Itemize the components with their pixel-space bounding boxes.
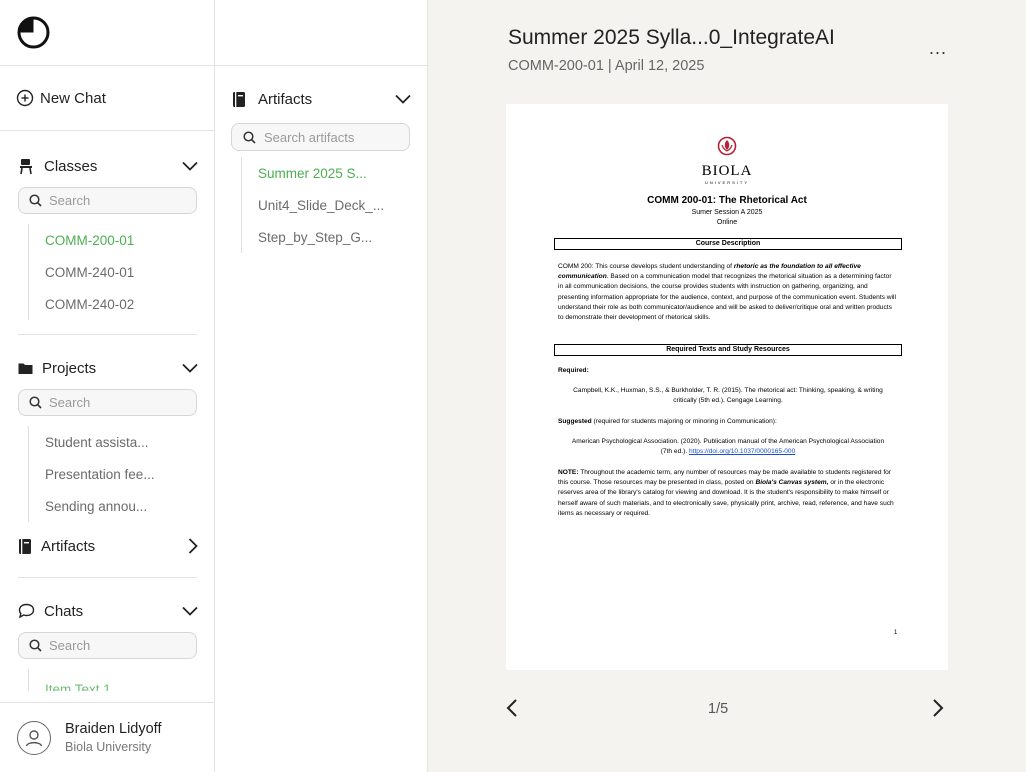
classes-section-header[interactable]: Classes <box>0 149 214 183</box>
artifacts-search[interactable] <box>231 123 410 151</box>
artifact-item[interactable]: Step_by_Step_G... <box>258 221 427 253</box>
page-counter: 1/5 <box>708 701 729 717</box>
projects-search-input[interactable] <box>49 395 189 410</box>
chevron-down-icon[interactable] <box>182 363 198 373</box>
plus-circle-icon <box>16 89 34 107</box>
course-session: Sumer Session A 2025 <box>691 209 763 216</box>
projects-section-header[interactable]: Projects <box>0 351 214 385</box>
project-item[interactable]: Presentation fee... <box>45 458 214 490</box>
note-text: NOTE: Throughout the academic term, any … <box>558 469 894 517</box>
classes-list: COMM-200-01 COMM-240-01 COMM-240-02 <box>28 224 214 320</box>
artifact-panel-header <box>215 0 427 66</box>
search-icon <box>29 396 42 409</box>
chevron-down-icon[interactable] <box>395 94 411 104</box>
projects-label: Projects <box>42 359 97 377</box>
artifacts-panel-header[interactable]: Artifacts <box>215 79 427 119</box>
folder-icon <box>18 363 33 374</box>
project-item[interactable]: Sending annou... <box>45 490 214 522</box>
artifacts-search-input[interactable] <box>264 129 404 145</box>
artifact-panel: Artifacts Summer 2025 S... Unit4_Slide_D… <box>215 0 428 772</box>
biola-seal-icon <box>717 136 737 156</box>
more-options-button[interactable]: ... <box>929 38 947 59</box>
chats-search[interactable] <box>18 632 197 659</box>
document-subtitle: COMM-200-01 | April 12, 2025 <box>508 58 705 74</box>
artifacts-panel-label: Artifacts <box>258 90 313 108</box>
artifacts-label: Artifacts <box>41 537 96 555</box>
logo-area <box>0 0 214 66</box>
course-mode: Online <box>716 219 738 226</box>
project-item[interactable]: Student assista... <box>45 426 214 458</box>
biola-logo: BIOLA UNIVERSITY <box>506 136 948 185</box>
projects-list: Student assista... Presentation fee... S… <box>28 426 214 522</box>
page-number: 1 <box>894 630 898 636</box>
previous-page-button[interactable] <box>506 698 518 718</box>
course-description-text: COMM 200: This course develops student u… <box>558 263 896 322</box>
course-description-heading: Course Description <box>554 238 902 250</box>
doi-link[interactable]: https://doi.org/10.1037/0000165-000 <box>689 448 795 455</box>
next-page-button[interactable] <box>932 698 944 718</box>
class-item[interactable]: COMM-240-01 <box>45 256 214 288</box>
search-icon <box>29 639 42 652</box>
required-texts-heading: Required Texts and Study Resources <box>554 344 902 356</box>
search-icon <box>243 130 256 144</box>
user-name: Braiden Lidyoff <box>65 721 162 737</box>
projects-search[interactable] <box>18 389 197 416</box>
notebook-icon <box>19 538 31 554</box>
user-avatar-icon <box>17 720 51 755</box>
notebook-icon <box>233 91 245 107</box>
chevron-down-icon[interactable] <box>182 606 198 616</box>
user-organization: Biola University <box>65 740 152 754</box>
search-icon <box>29 194 42 207</box>
chevron-right-icon[interactable] <box>188 538 198 554</box>
required-reference: Campbell, K.K., Huxman, S.S., & Burkhold… <box>573 387 883 405</box>
document-viewer: Summer 2025 Sylla...0_IntegrateAI COMM-2… <box>428 0 1026 772</box>
chevron-down-icon[interactable] <box>182 161 198 171</box>
new-chat-button[interactable]: New Chat <box>0 66 214 131</box>
class-item[interactable]: COMM-240-02 <box>45 288 214 320</box>
document-title: Summer 2025 Sylla...0_IntegrateAI <box>508 26 835 49</box>
desk-chair-icon <box>20 158 32 174</box>
suggested-text: Suggested (required for students majorin… <box>558 418 777 425</box>
app-logo-icon[interactable] <box>17 16 50 49</box>
biola-subtitle: UNIVERSITY <box>704 180 749 185</box>
chats-search-input[interactable] <box>49 638 189 653</box>
biola-name: BIOLA <box>701 163 753 179</box>
classes-search-input[interactable] <box>49 193 189 208</box>
classes-label: Classes <box>44 157 98 175</box>
artifacts-section-header[interactable]: Artifacts <box>0 529 214 563</box>
new-chat-label: New Chat <box>40 89 106 107</box>
class-item[interactable]: COMM-200-01 <box>45 224 214 256</box>
document-page: BIOLA UNIVERSITY COMM 200-01: The Rhetor… <box>506 104 948 670</box>
artifacts-list: Summer 2025 S... Unit4_Slide_Deck_... St… <box>241 157 427 253</box>
course-title: COMM 200-01: The Rhetorical Act <box>647 195 807 206</box>
chats-list: Item Text 1 <box>28 669 214 691</box>
user-profile[interactable]: Braiden Lidyoff Biola University <box>0 702 214 772</box>
artifact-item[interactable]: Unit4_Slide_Deck_... <box>258 189 427 221</box>
required-label: Required: <box>558 367 589 374</box>
chats-label: Chats <box>44 602 84 620</box>
chat-item[interactable]: Item Text 1 <box>45 673 214 692</box>
chats-section-header[interactable]: Chats <box>0 594 214 628</box>
chat-bubble-icon <box>18 603 35 619</box>
classes-search[interactable] <box>18 187 197 214</box>
artifact-item[interactable]: Summer 2025 S... <box>258 157 427 189</box>
suggested-reference: American Psychological Association. (202… <box>571 438 885 456</box>
sidebar: New Chat Classes COMM-200-01 COMM-240-01… <box>0 0 215 772</box>
